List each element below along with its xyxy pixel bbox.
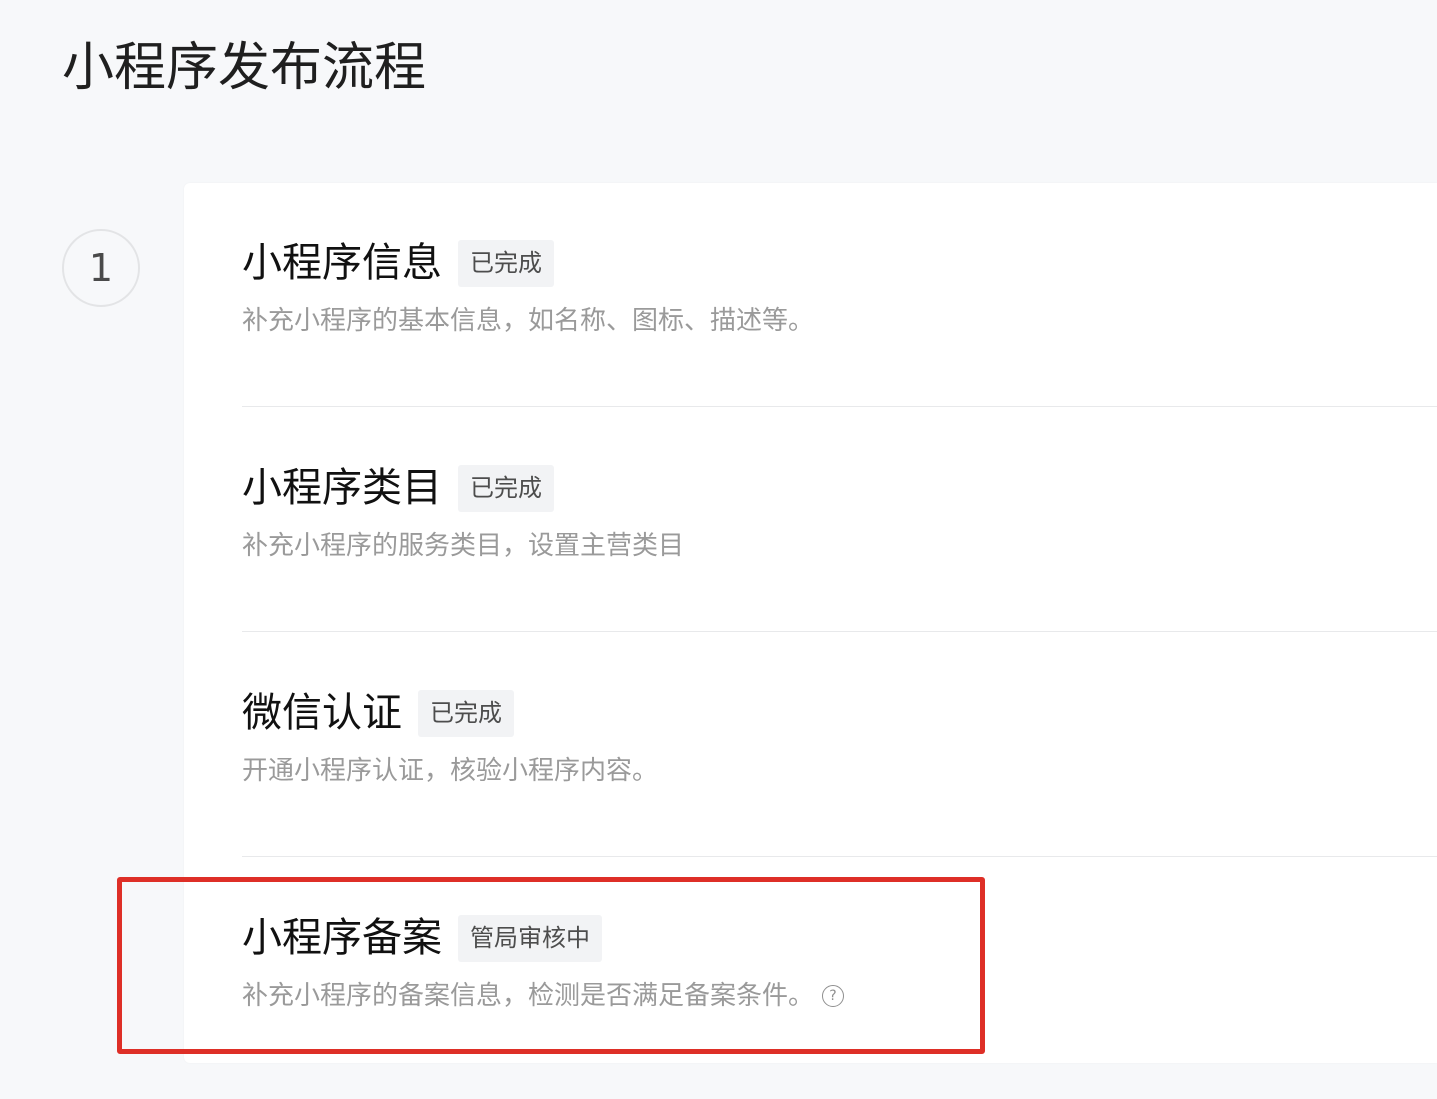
section-description-text: 补充小程序的备案信息，检测是否满足备案条件。 bbox=[242, 981, 815, 1011]
section-mini-program-category[interactable]: 小程序类目 已完成 补充小程序的服务类目，设置主营类目 bbox=[242, 463, 1437, 563]
section-description: 补充小程序的服务类目，设置主营类目 bbox=[242, 529, 1437, 563]
page-title: 小程序发布流程 bbox=[62, 38, 427, 98]
section-wechat-verification[interactable]: 微信认证 已完成 开通小程序认证，核验小程序内容。 bbox=[242, 688, 1437, 788]
section-description: 开通小程序认证，核验小程序内容。 bbox=[242, 754, 1437, 788]
status-badge: 已完成 bbox=[458, 239, 554, 287]
section-title: 小程序类目 bbox=[242, 465, 442, 511]
section-description: 补充小程序的备案信息，检测是否满足备案条件。 ? bbox=[242, 979, 1437, 1013]
section-description-text: 开通小程序认证，核验小程序内容。 bbox=[242, 756, 659, 786]
divider bbox=[242, 856, 1437, 857]
section-mini-program-filing[interactable]: 小程序备案 管局审核中 补充小程序的备案信息，检测是否满足备案条件。 ? bbox=[242, 913, 1437, 1013]
status-badge: 管局审核中 bbox=[458, 914, 602, 962]
status-badge: 已完成 bbox=[458, 464, 554, 512]
status-badge: 已完成 bbox=[418, 689, 514, 737]
question-circle-icon[interactable]: ? bbox=[822, 985, 845, 1007]
publish-steps-card: 小程序信息 已完成 补充小程序的基本信息，如名称、图标、描述等。 小程序类目 已… bbox=[184, 183, 1437, 1063]
section-description-text: 补充小程序的基本信息，如名称、图标、描述等。 bbox=[242, 306, 815, 336]
section-title: 小程序信息 bbox=[242, 240, 442, 286]
section-title: 微信认证 bbox=[242, 690, 402, 736]
section-description-text: 补充小程序的服务类目，设置主营类目 bbox=[242, 531, 685, 561]
section-description: 补充小程序的基本信息，如名称、图标、描述等。 bbox=[242, 304, 1437, 338]
section-mini-program-info[interactable]: 小程序信息 已完成 补充小程序的基本信息，如名称、图标、描述等。 bbox=[242, 238, 1437, 338]
divider bbox=[242, 631, 1437, 632]
divider bbox=[242, 406, 1437, 407]
section-title: 小程序备案 bbox=[242, 915, 442, 961]
step-number-badge: 1 bbox=[62, 229, 140, 307]
